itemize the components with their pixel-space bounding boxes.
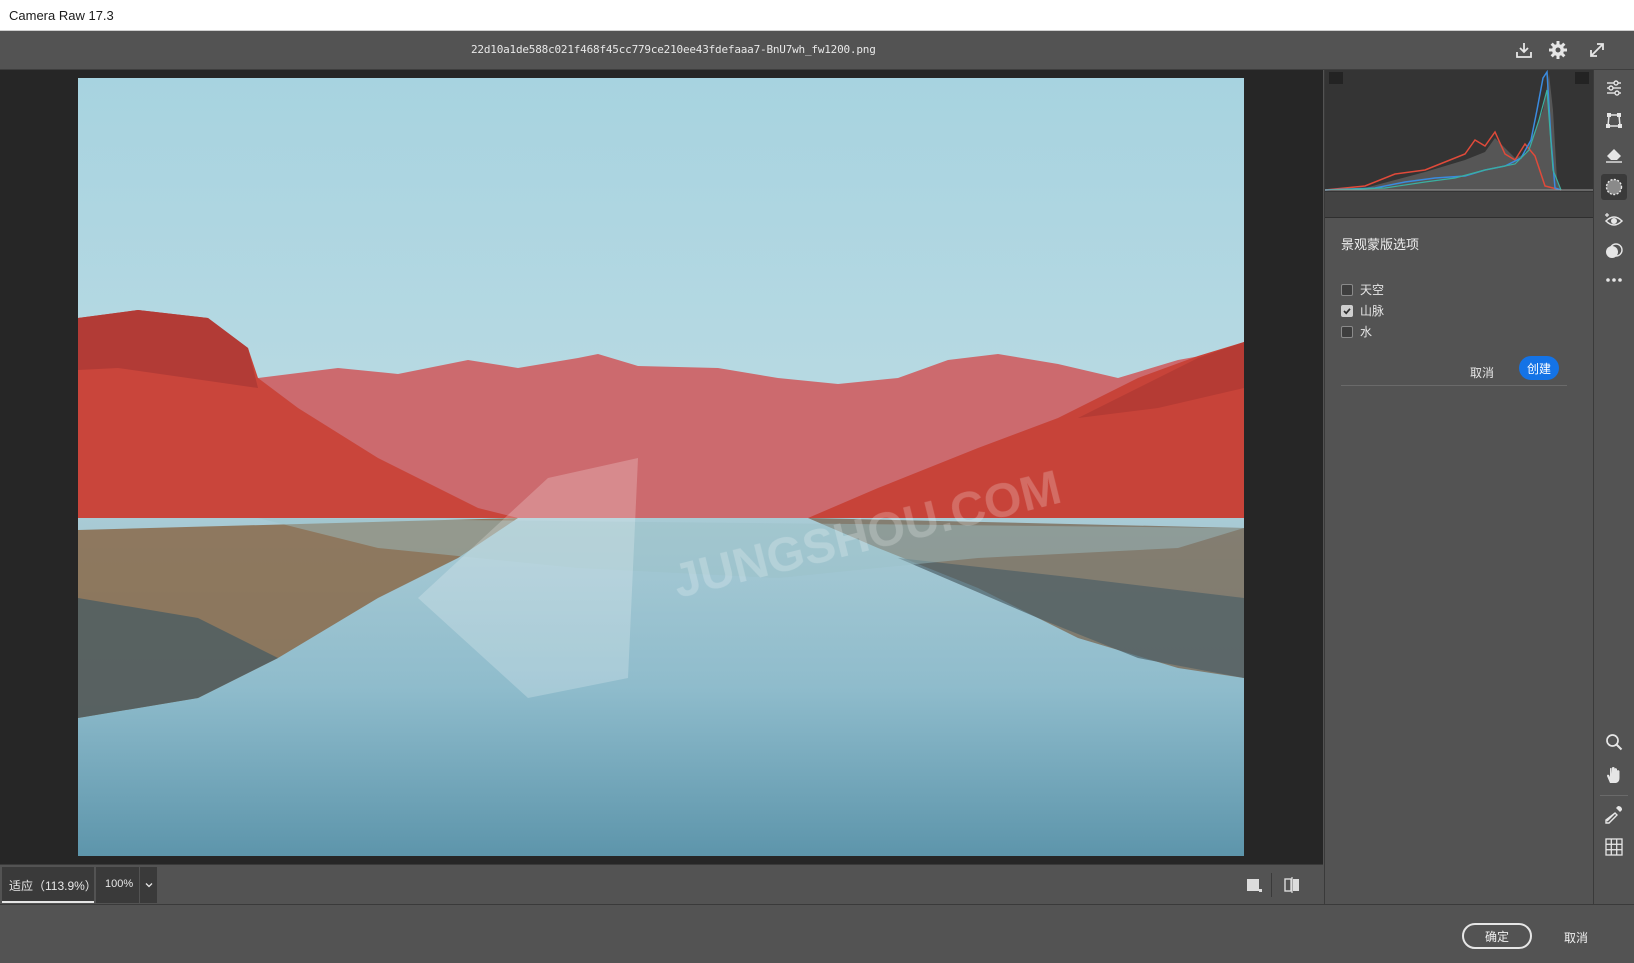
bottom-bar: 确定 取消 <box>0 904 1634 963</box>
save-icon <box>1516 43 1532 58</box>
grid-icon <box>1605 838 1623 856</box>
landscape-mask-options: 景观蒙版选项 天空 山脉 水 取消 创建 <box>1341 234 1581 396</box>
sky-checkbox[interactable] <box>1341 283 1353 296</box>
mask-cancel-button[interactable]: 取消 <box>1470 364 1494 381</box>
option-sky[interactable]: 天空 <box>1341 279 1581 300</box>
mask-button-row: 取消 创建 <box>1341 356 1581 396</box>
save-button[interactable] <box>1512 38 1536 62</box>
sampler-tool[interactable] <box>1601 801 1627 827</box>
water-checkbox[interactable] <box>1341 325 1353 338</box>
mask-create-button[interactable]: 创建 <box>1519 356 1559 380</box>
edit-tool[interactable] <box>1601 75 1627 101</box>
masking-tool[interactable] <box>1601 174 1627 200</box>
top-toolbar: 22d10a1de588c021f468f45cc779ce210ee43fde… <box>0 31 1634 70</box>
window-title: Camera Raw 17.3 <box>9 8 114 23</box>
grid-tool[interactable] <box>1601 834 1627 860</box>
more-tools[interactable] <box>1601 267 1627 293</box>
option-label: 山脉 <box>1360 304 1385 318</box>
zoom-icon <box>1606 734 1623 751</box>
edit-sliders-icon <box>1607 80 1621 96</box>
ok-button[interactable]: 确定 <box>1462 923 1532 949</box>
view-toggle-icon <box>1247 879 1262 892</box>
shadow-clipping-indicator[interactable] <box>1329 72 1343 84</box>
healing-tool[interactable] <box>1601 141 1627 167</box>
zoom-dropdown[interactable] <box>140 867 157 903</box>
tool-strip <box>1593 70 1634 904</box>
redeye-tool[interactable] <box>1601 207 1627 233</box>
file-name: 22d10a1de588c021f468f45cc779ce210ee43fde… <box>471 43 876 56</box>
presets-icon <box>1606 243 1623 258</box>
before-after-button[interactable] <box>1281 874 1303 896</box>
presets-tool[interactable] <box>1601 238 1627 264</box>
hand-icon <box>1607 767 1620 783</box>
zoom-tool[interactable] <box>1601 729 1627 755</box>
checkmark-icon <box>1343 307 1351 314</box>
fullscreen-button[interactable] <box>1585 38 1609 62</box>
fullscreen-icon <box>1590 43 1604 57</box>
eraser-icon <box>1606 149 1622 163</box>
tool-separator <box>1600 795 1628 796</box>
window-titlebar: Camera Raw 17.3 <box>0 0 1634 31</box>
gear-icon <box>1549 41 1567 59</box>
mountains-checkbox[interactable] <box>1341 304 1353 317</box>
mask-options-title: 景观蒙版选项 <box>1341 237 1420 252</box>
chevron-down-icon <box>145 883 152 888</box>
masking-icon <box>1605 178 1623 196</box>
crop-icon <box>1606 113 1622 128</box>
histogram-separator <box>1325 192 1593 218</box>
redeye-icon <box>1604 213 1624 226</box>
mask-option-list: 天空 山脉 水 <box>1341 279 1581 342</box>
image-canvas[interactable]: JUNGSHOU.COM <box>0 70 1323 864</box>
right-panel: 景观蒙版选项 天空 山脉 水 取消 创建 <box>1324 69 1593 904</box>
more-icon <box>1606 278 1622 282</box>
option-mountains[interactable]: 山脉 <box>1341 300 1581 321</box>
cancel-button[interactable]: 取消 <box>1564 929 1588 946</box>
view-toggle-button[interactable] <box>1243 874 1265 896</box>
crop-tool[interactable] <box>1601 108 1627 134</box>
settings-button[interactable] <box>1546 38 1570 62</box>
option-label: 天空 <box>1360 283 1385 297</box>
highlight-clipping-indicator[interactable] <box>1575 72 1589 84</box>
canvas-footer: 适应（113.9%） 100% <box>0 864 1323 904</box>
before-after-icon <box>1284 877 1299 893</box>
photo-preview[interactable]: JUNGSHOU.COM <box>78 78 1244 856</box>
option-label: 水 <box>1360 325 1373 339</box>
sampler-icon <box>1605 806 1622 824</box>
histogram <box>1324 69 1593 192</box>
hand-tool[interactable] <box>1601 762 1627 788</box>
mask-divider <box>1341 385 1567 386</box>
zoom-fit-button[interactable]: 适应（113.9%） <box>2 867 97 903</box>
option-water[interactable]: 水 <box>1341 321 1581 342</box>
view-separator <box>1271 873 1272 897</box>
zoom-100-button[interactable]: 100% <box>96 867 139 903</box>
